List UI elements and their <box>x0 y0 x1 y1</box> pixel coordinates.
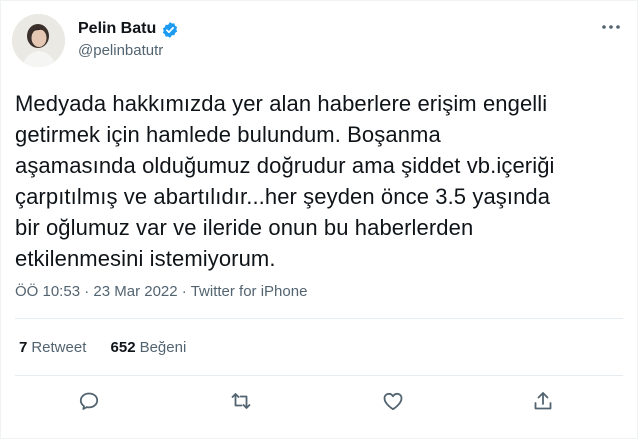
profile-photo <box>12 14 65 67</box>
retweets-stat[interactable]: 7 Retweet <box>19 339 86 356</box>
share-icon[interactable] <box>531 389 555 413</box>
likes-count: 652 <box>110 339 136 356</box>
retweet-icon[interactable] <box>229 389 253 413</box>
user-handle[interactable]: @pelinbatutr <box>78 42 163 59</box>
meta-separator: · <box>80 283 94 300</box>
verified-badge-icon <box>161 21 179 39</box>
tweet-meta: ÖÖ 10:53 · 23 Mar 2022 · Twitter for iPh… <box>15 283 307 300</box>
retweets-label: Retweet <box>31 339 87 356</box>
tweet-stats: 7 Retweet 652 Beğeni <box>19 339 206 356</box>
likes-label: Beğeni <box>139 339 187 356</box>
avatar[interactable] <box>12 14 65 67</box>
more-options-icon[interactable] <box>599 17 623 37</box>
like-icon[interactable] <box>381 389 405 413</box>
tweet-text: Medyada hakkımızda yer alan haberlere er… <box>15 91 555 271</box>
reply-icon[interactable] <box>77 389 101 413</box>
display-name[interactable]: Pelin Batu <box>78 20 156 38</box>
likes-stat[interactable]: 652 Beğeni <box>111 339 187 356</box>
tweet-card: Pelin Batu @pelinbatutr Medyada hakkımız… <box>0 0 638 439</box>
retweets-count: 7 <box>19 339 28 356</box>
divider <box>15 318 623 319</box>
tweet-source[interactable]: Twitter for iPhone <box>191 283 308 300</box>
tweet-date[interactable]: 23 Mar 2022 <box>93 283 177 300</box>
divider <box>15 375 623 376</box>
tweet-time[interactable]: ÖÖ 10:53 <box>15 283 80 300</box>
meta-separator: · <box>177 283 191 300</box>
